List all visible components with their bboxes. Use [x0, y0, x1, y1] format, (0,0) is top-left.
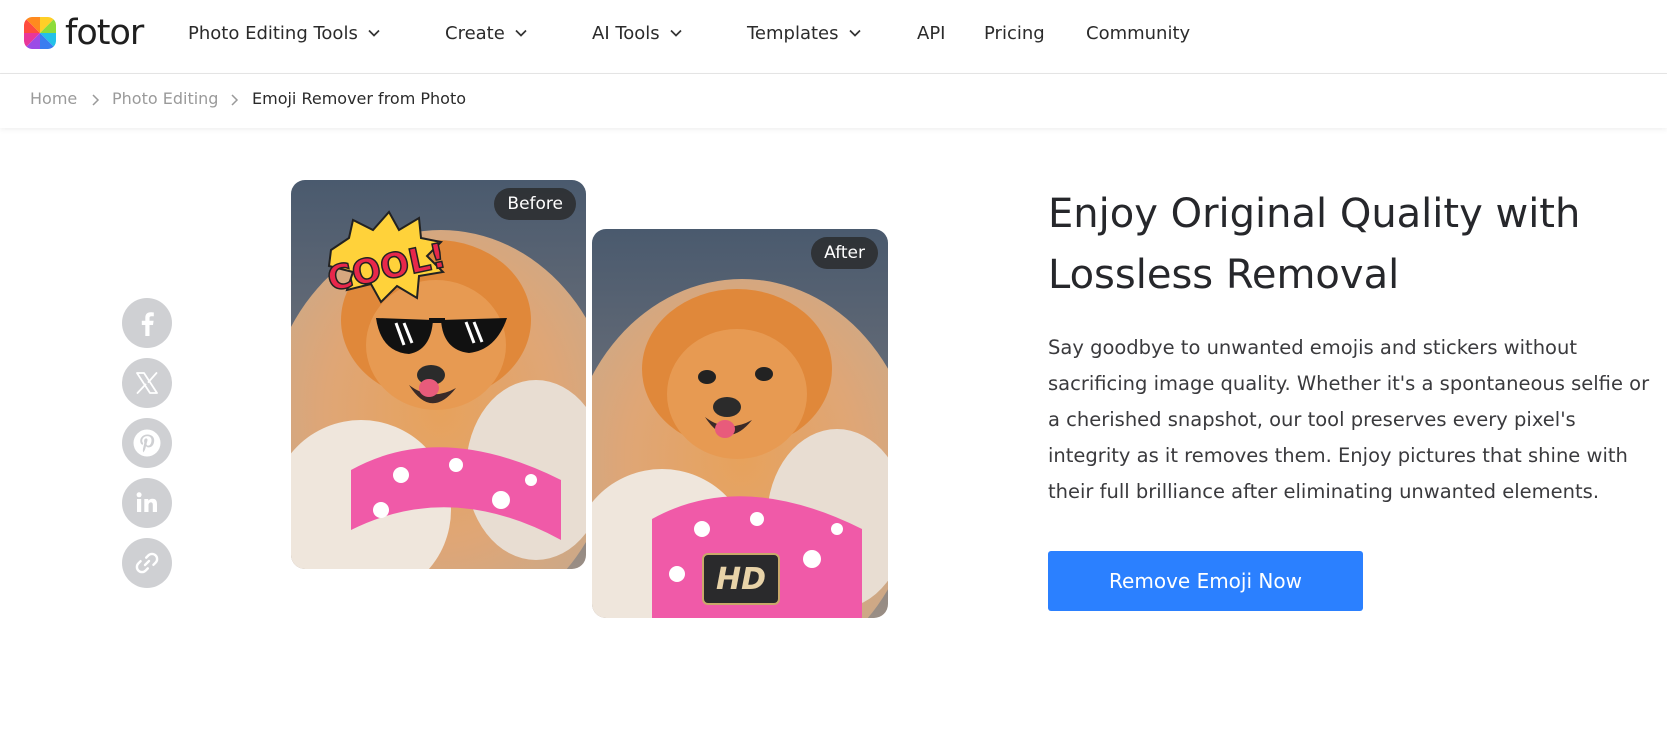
nav-label: Create	[445, 22, 505, 44]
nav-pricing[interactable]: Pricing	[984, 20, 1045, 46]
share-pinterest-button[interactable]	[122, 418, 172, 468]
chevron-down-icon	[515, 29, 527, 37]
breadcrumb: Home Photo Editing Emoji Remover from Ph…	[0, 74, 1667, 128]
nav-community[interactable]: Community	[1086, 20, 1190, 46]
chevron-right-icon	[92, 94, 100, 106]
breadcrumb-current: Emoji Remover from Photo	[252, 89, 467, 108]
brand-name: fotor	[65, 13, 144, 53]
top-navigation: fotor Photo Editing Tools Create AI Tool…	[0, 0, 1667, 74]
nav-label: Pricing	[984, 22, 1045, 44]
before-label: Before	[494, 188, 576, 220]
remove-emoji-now-button[interactable]: Remove Emoji Now	[1048, 551, 1363, 611]
breadcrumb-home[interactable]: Home	[30, 89, 77, 108]
nav-label: AI Tools	[592, 22, 660, 44]
facebook-icon	[141, 312, 154, 336]
nav-photo-editing-tools[interactable]: Photo Editing Tools	[188, 20, 381, 46]
section-description: Say goodbye to unwanted emojis and stick…	[1048, 336, 1650, 503]
after-label: After	[811, 237, 878, 269]
chevron-down-icon	[368, 29, 380, 37]
copy-link-button[interactable]	[122, 538, 172, 588]
after-photo: After HD	[592, 229, 888, 618]
hd-badge: HD	[702, 553, 780, 605]
x-icon	[136, 372, 158, 394]
cta-label: Remove Emoji Now	[1109, 569, 1302, 593]
nav-label: Community	[1086, 22, 1191, 44]
pinterest-icon	[133, 429, 161, 457]
breadcrumb-photo-editing[interactable]: Photo Editing	[112, 89, 218, 108]
nav-label: API	[917, 22, 946, 44]
nav-create[interactable]: Create	[445, 20, 528, 46]
chevron-down-icon	[670, 29, 682, 37]
hd-badge-text: HD	[715, 561, 766, 597]
fotor-logo-icon	[24, 17, 56, 49]
fotor-logo[interactable]: fotor	[24, 13, 144, 53]
share-linkedin-button[interactable]	[122, 478, 172, 528]
share-x-button[interactable]	[122, 358, 172, 408]
pomeranian-before-image: COOL!	[291, 180, 586, 569]
section-headline: Enjoy Original Quality with Lossless Rem…	[1048, 191, 1581, 298]
nav-api[interactable]: API	[917, 20, 945, 46]
before-photo: COOL! Before	[291, 180, 586, 569]
chevron-down-icon	[848, 29, 861, 37]
linkedin-icon	[136, 492, 157, 512]
nav-label: Photo Editing Tools	[188, 22, 358, 44]
share-facebook-button[interactable]	[122, 298, 172, 348]
link-icon	[135, 552, 159, 574]
nav-templates[interactable]: Templates	[747, 20, 862, 46]
nav-label: Templates	[747, 22, 839, 44]
nav-ai-tools[interactable]: AI Tools	[592, 20, 683, 46]
chevron-right-icon	[231, 94, 239, 106]
